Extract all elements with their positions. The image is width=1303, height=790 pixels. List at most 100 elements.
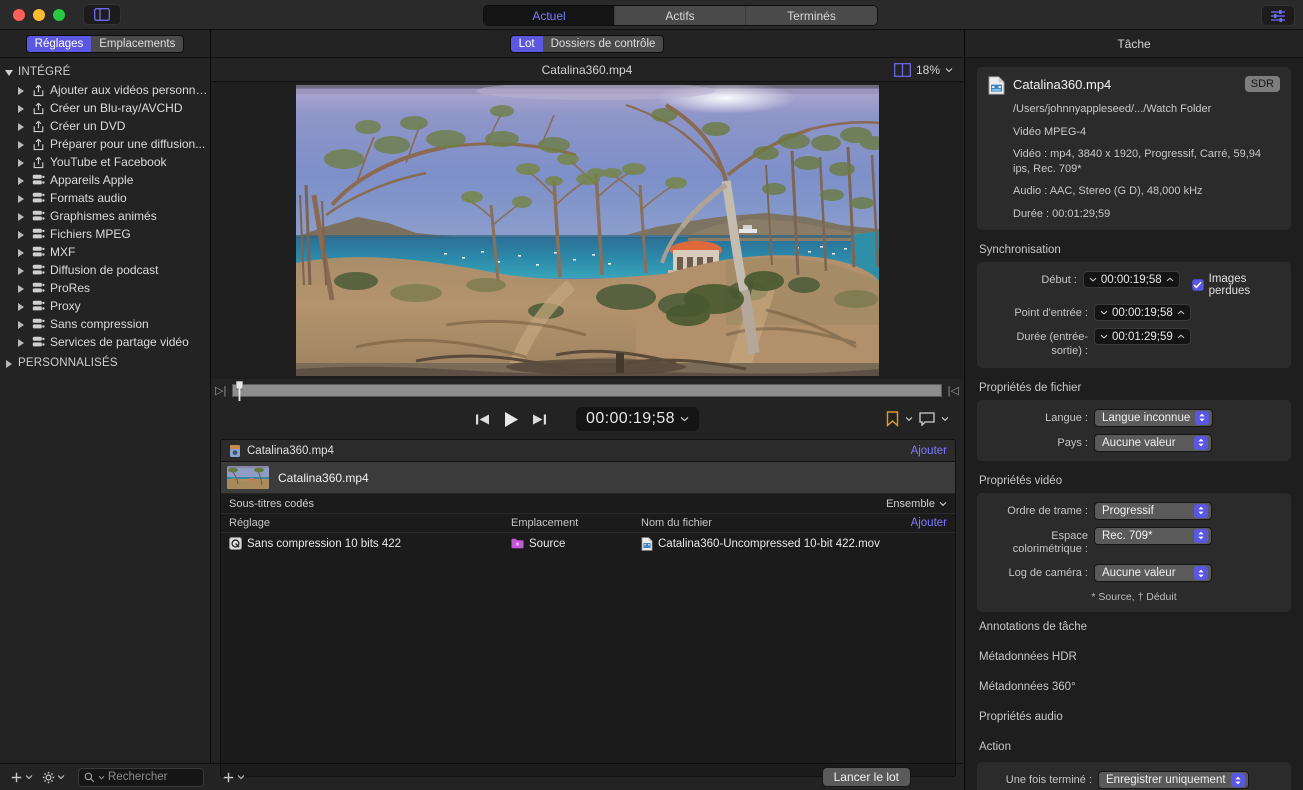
sidebar-item-services-partage-video[interactable]: Services de partage vidéo [0, 333, 210, 351]
disclosure-right-icon[interactable] [17, 284, 26, 293]
playhead[interactable] [236, 380, 244, 401]
zoom-level[interactable]: 18% [916, 63, 940, 77]
section-annotations-de-tache[interactable]: Annotations de tâche [979, 612, 1291, 642]
sidebar-item-youtube-facebook[interactable]: YouTube et Facebook [0, 153, 210, 171]
timecode-field[interactable]: 00:00:19;58 [576, 407, 699, 431]
disclosure-right-icon[interactable] [17, 230, 26, 239]
batch-columns-add-link[interactable]: Ajouter [911, 517, 947, 529]
view-mode-segmented-control[interactable]: Actuel Actifs Terminés [483, 5, 878, 26]
sidebar-item-appareils-apple[interactable]: Appareils Apple [0, 171, 210, 189]
split-view-icon[interactable] [894, 63, 911, 77]
disclosure-right-icon[interactable] [17, 320, 26, 329]
chevron-up-icon[interactable] [1166, 277, 1174, 282]
pays-popup[interactable]: Aucune valeur [1094, 433, 1212, 452]
chevron-down-icon[interactable] [680, 416, 689, 422]
job-row[interactable]: Catalina360.mp4 [221, 462, 955, 494]
disclosure-right-icon[interactable] [17, 194, 26, 203]
chevron-up-icon[interactable] [1177, 334, 1185, 339]
section-metadonnees-hdr[interactable]: Métadonnées HDR [979, 642, 1291, 672]
share-icon [30, 120, 47, 133]
table-row[interactable]: Sans compression 10 bits 422 Source Cata… [221, 533, 955, 554]
chevron-up-icon[interactable] [1177, 310, 1185, 315]
sidebar-item-mxf[interactable]: MXF [0, 243, 210, 261]
disclosure-down-icon[interactable] [5, 68, 14, 77]
segment-lot[interactable]: Lot [510, 35, 543, 52]
disclosure-right-icon[interactable] [17, 140, 26, 149]
skip-back-button[interactable] [475, 413, 490, 426]
batch-add-link[interactable]: Ajouter [911, 445, 947, 457]
segment-emplacements[interactable]: Emplacements [91, 35, 184, 52]
sidebar-item-diffusion-podcast[interactable]: Diffusion de podcast [0, 261, 210, 279]
segment-dossiers-controle[interactable]: Dossiers de contrôle [542, 35, 664, 52]
center-segmented-control[interactable]: Lot Dossiers de contrôle [509, 34, 665, 53]
disclosure-right-icon[interactable] [17, 338, 26, 347]
inspector-toggle-button[interactable] [1261, 5, 1295, 26]
group-integre[interactable]: INTÉGRÉ [0, 63, 210, 81]
tab-actifs[interactable]: Actifs [615, 6, 746, 25]
chevron-down-icon[interactable] [905, 416, 913, 422]
disclosure-right-icon[interactable] [17, 302, 26, 311]
sidebar-item-graphismes-animes[interactable]: Graphismes animés [0, 207, 210, 225]
sidebar-item-prores[interactable]: ProRes [0, 279, 210, 297]
disclosure-right-icon[interactable] [17, 176, 26, 185]
dropped-frames-checkbox-row[interactable]: Images perdues [1191, 271, 1280, 297]
disclosure-right-icon[interactable] [17, 122, 26, 131]
minimize-button[interactable] [33, 8, 45, 21]
debut-stepper[interactable]: 00:00:19;58 [1082, 271, 1180, 289]
tab-actuel[interactable]: Actuel [484, 6, 615, 25]
chevron-down-icon[interactable] [941, 416, 949, 422]
section-proprietes-audio[interactable]: Propriétés audio [979, 702, 1291, 732]
chevron-down-icon[interactable] [1100, 310, 1108, 315]
disclosure-right-icon[interactable] [17, 212, 26, 221]
chevron-down-icon[interactable] [945, 67, 953, 73]
add-job-button[interactable] [219, 768, 248, 786]
point-entree-stepper[interactable]: 00:00:19;58 [1094, 304, 1191, 322]
disclosure-right-icon[interactable] [17, 266, 26, 275]
dropped-frames-checkbox[interactable] [1191, 279, 1204, 292]
scrubber-track[interactable] [232, 380, 942, 401]
add-setting-button[interactable] [7, 768, 36, 786]
ordre-trame-popup[interactable]: Progressif [1094, 501, 1212, 520]
sidebar-segmented-control[interactable]: Réglages Emplacements [25, 34, 185, 53]
chevron-down-icon[interactable] [1100, 334, 1108, 339]
sidebar-item-sans-compression[interactable]: Sans compression [0, 315, 210, 333]
sidebar-item-ajouter-videos[interactable]: Ajouter aux vidéos personne... [0, 81, 210, 99]
video-preview-360[interactable] [295, 85, 879, 376]
section-metadonnees-360[interactable]: Métadonnées 360° [979, 672, 1291, 702]
disclosure-right-icon[interactable] [17, 104, 26, 113]
une-fois-termine-popup[interactable]: Enregistrer uniquement [1098, 771, 1249, 790]
zoom-button[interactable] [53, 8, 65, 21]
closed-captions-value[interactable]: Ensemble [886, 498, 935, 510]
chevron-down-icon[interactable] [939, 501, 947, 507]
sidebar-toggle-button[interactable] [83, 4, 121, 25]
search-input[interactable]: Rechercher [78, 767, 204, 787]
settings-action-button[interactable] [39, 768, 68, 786]
scrub-end-icon[interactable]: |◁ [948, 384, 959, 397]
skip-forward-button[interactable] [532, 413, 547, 426]
disclosure-right-icon[interactable] [17, 86, 26, 95]
sidebar-item-diffusion[interactable]: Préparer pour une diffusion... [0, 135, 210, 153]
disclosure-right-icon[interactable] [5, 359, 14, 368]
sidebar-item-formats-audio[interactable]: Formats audio [0, 189, 210, 207]
segment-reglages[interactable]: Réglages [26, 35, 92, 52]
sidebar-item-bluray[interactable]: Créer un Blu-ray/AVCHD [0, 99, 210, 117]
close-button[interactable] [13, 8, 25, 21]
sidebar-item-proxy[interactable]: Proxy [0, 297, 210, 315]
tab-termines[interactable]: Terminés [746, 6, 877, 25]
start-batch-button[interactable]: Lancer le lot [821, 767, 911, 787]
log-camera-popup[interactable]: Aucune valeur [1094, 564, 1212, 583]
langue-popup[interactable]: Langue inconnue [1094, 408, 1214, 427]
play-button[interactable] [503, 411, 519, 428]
scrub-start-icon[interactable]: ▷| [215, 384, 226, 397]
chevron-down-icon[interactable] [1089, 277, 1097, 282]
disclosure-right-icon[interactable] [17, 158, 26, 167]
bookmark-icon[interactable] [886, 411, 899, 427]
duree-stepper[interactable]: 00:01:29;59 [1094, 328, 1191, 346]
group-personnalises[interactable]: PERSONNALISÉS [0, 354, 210, 372]
closed-captions-row[interactable]: Sous-titres codés Ensemble [221, 494, 955, 514]
espace-colorimetrique-popup[interactable]: Rec. 709* [1094, 526, 1212, 545]
caption-bubble-icon[interactable] [919, 412, 935, 426]
disclosure-right-icon[interactable] [17, 248, 26, 257]
sidebar-item-dvd[interactable]: Créer un DVD [0, 117, 210, 135]
sidebar-item-fichiers-mpeg[interactable]: Fichiers MPEG [0, 225, 210, 243]
